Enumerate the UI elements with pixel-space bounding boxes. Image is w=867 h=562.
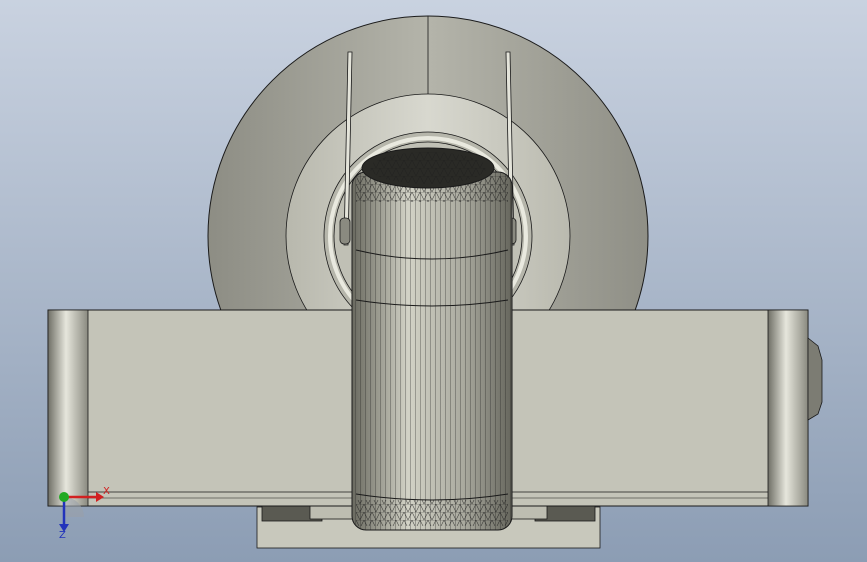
cad-viewport[interactable] <box>0 0 867 562</box>
z-axis-label: Z <box>59 530 66 541</box>
meshed-cylinder[interactable] <box>351 147 513 531</box>
x-axis-label: X <box>103 486 110 497</box>
right-end-cap <box>767 309 809 507</box>
left-end-cap <box>47 309 89 507</box>
